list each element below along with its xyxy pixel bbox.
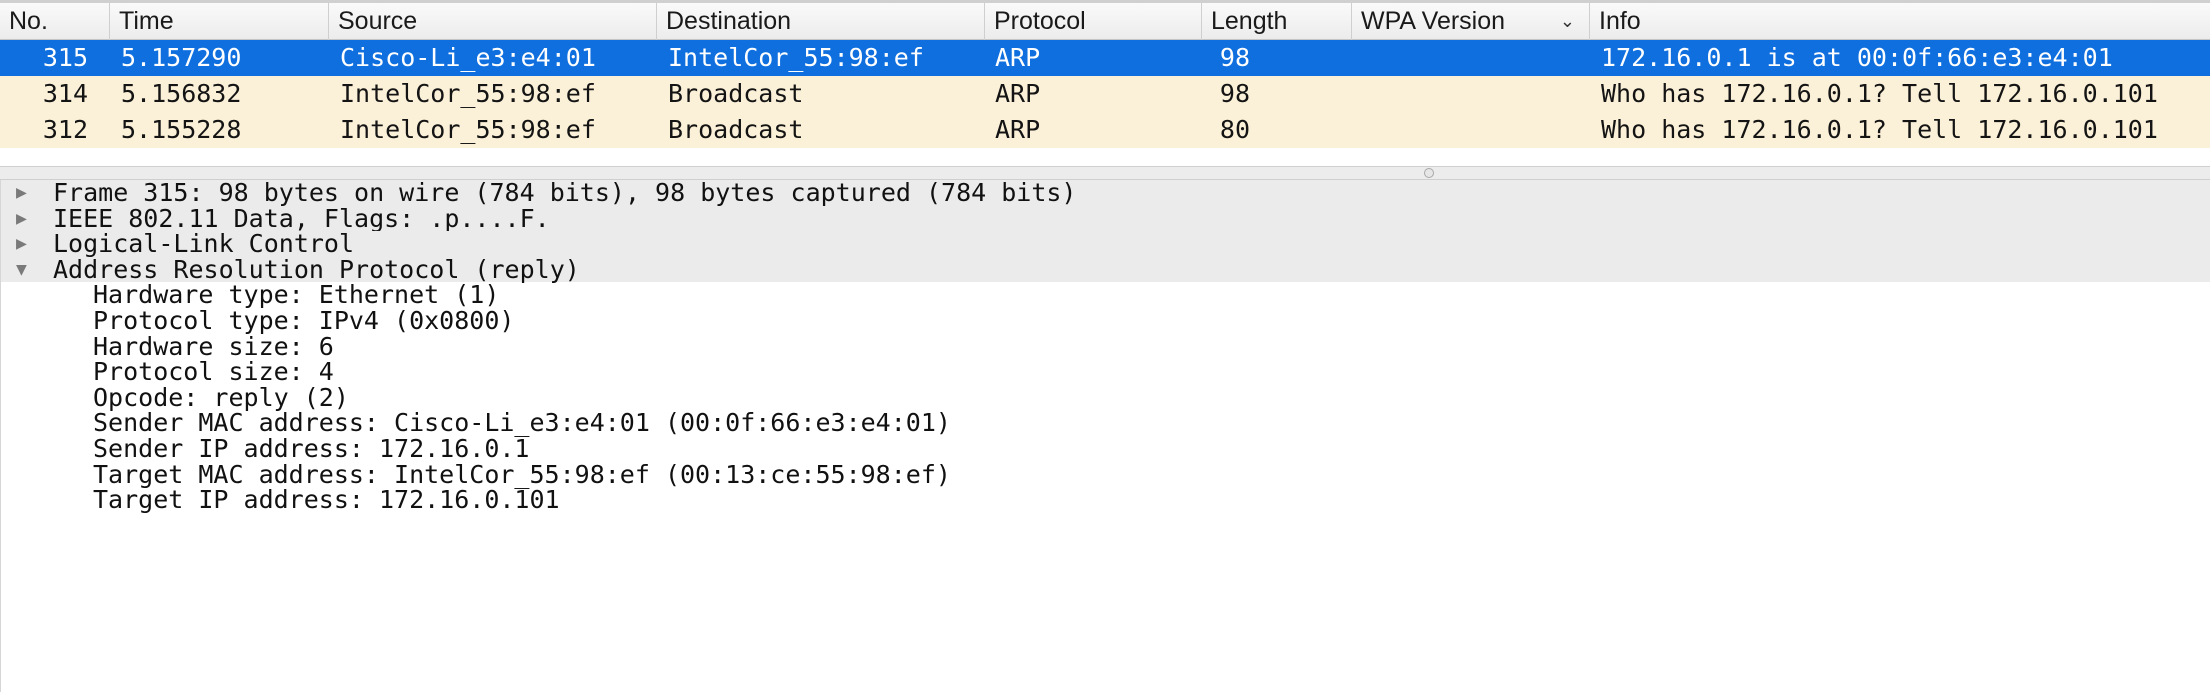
packet-cell-info: Who has 172.16.0.1? Tell 172.16.0.101 [1601,79,2158,108]
packet-cell-time: 5.157290 [121,43,242,72]
tree-field[interactable]: Target IP address: 172.16.0.101 [1,487,2210,513]
triangle-right-icon[interactable]: ▶ [16,206,36,232]
tree-field[interactable]: Opcode: reply (2) [1,385,2210,411]
tree-field-label: Hardware type: Ethernet (1) [93,280,500,310]
column-header-source[interactable]: Source [329,3,657,40]
tree-node-label: IEEE 802.11 Data, Flags: .p....F. [53,203,550,233]
tree-field-label: Target IP address: 172.16.0.101 [93,485,560,515]
packet-cell-time: 5.156832 [121,79,242,108]
column-header-label: WPA Version [1361,7,1506,35]
tree-node-label: Address Resolution Protocol (reply) [53,254,580,284]
tree-node[interactable]: ▶ Logical-Link Control [1,231,2210,257]
column-header-info[interactable]: Info [1590,3,2210,40]
tree-field-label: Sender IP address: 172.16.0.1 [93,434,530,463]
packet-cell-source: Cisco-Li_e3:e4:01 [340,43,596,72]
triangle-down-icon[interactable]: ▼ [16,257,36,283]
packet-cell-info: Who has 172.16.0.1? Tell 172.16.0.101 [1601,115,2158,144]
column-header-length[interactable]: Length [1202,3,1352,40]
packet-cell-time: 5.155228 [121,115,242,144]
column-header-wpa-version[interactable]: WPA Version ⌄ [1352,3,1590,40]
tree-field[interactable]: Hardware size: 6 [1,331,2210,361]
packet-cell-protocol: ARP [995,115,1041,144]
tree-field-label: Opcode: reply (2) [93,382,349,412]
column-header-label: No. [9,7,48,35]
column-header-label: Length [1211,7,1288,35]
triangle-right-icon[interactable]: ▶ [16,231,36,257]
packet-cell-no: 315 [42,43,88,72]
packet-row[interactable]: 312 5.155228 IntelCor_55:98:ef Broadcast ARP… [0,112,2210,148]
tree-field[interactable]: Hardware type: Ethernet (1) [1,282,2210,308]
packet-cell-source: IntelCor_55:98:ef [340,115,596,144]
packet-cell-destination: IntelCor_55:98:ef [668,43,924,72]
column-header-destination[interactable]: Destination [657,3,985,40]
tree-node-label: Frame 315: 98 bytes on wire (784 bits), … [53,178,1077,207]
splitter-handle[interactable] [1424,168,1434,178]
packet-cell-no: 314 [42,79,88,108]
column-header-time[interactable]: Time [110,3,329,40]
packet-cell-length: 80 [1219,115,1250,144]
column-header-label: Destination [666,7,792,35]
packet-row-selected[interactable]: 315 5.157290 Cisco-Li_e3:e4:01 IntelCor_55:… [0,40,2210,76]
column-header-protocol[interactable]: Protocol [985,3,1202,40]
packet-list: No. Time Source Destination Protocol Length WP… [0,0,2210,148]
packet-row[interactable]: 314 5.156832 IntelCor_55:98:ef Broadcast ARP… [0,76,2210,112]
tree-field[interactable]: Sender IP address: 172.16.0.1 [1,436,2210,462]
column-header-no[interactable]: No. [0,3,110,40]
tree-node[interactable]: ▶ IEEE 802.11 Data, Flags: .p....F. [1,203,2210,233]
tree-field[interactable]: Protocol size: 4 [1,359,2210,385]
column-header-label: Protocol [994,7,1086,35]
packet-cell-protocol: ARP [995,79,1041,108]
tree-field-label: Protocol size: 4 [93,357,334,387]
tree-field-label: Sender MAC address: Cisco-Li_e3:e4:01 (0… [93,408,951,438]
triangle-right-icon[interactable]: ▶ [16,180,36,206]
packet-cell-length: 98 [1219,43,1250,72]
packet-list-header: No. Time Source Destination Protocol Length WP… [0,0,2210,40]
tree-node[interactable]: ▼ Address Resolution Protocol (reply) [1,257,2210,283]
tree-field-label: Protocol type: IPv4 (0x0800) [93,306,515,335]
tree-field-label: Hardware size: 6 [93,331,334,361]
packet-cell-source: IntelCor_55:98:ef [340,79,596,108]
tree-field[interactable]: Target MAC address: IntelCor_55:98:ef (0… [1,459,2210,489]
tree-field[interactable]: Protocol type: IPv4 (0x0800) [1,308,2210,334]
column-header-label: Info [1599,7,1641,35]
tree-field-label: Target MAC address: IntelCor_55:98:ef (0… [93,459,951,489]
packet-cell-length: 98 [1219,79,1250,108]
tree-node-label: Logical-Link Control [53,229,355,259]
column-header-label: Time [119,7,174,35]
wireshark-window: No. Time Source Destination Protocol Length WP… [0,0,2210,692]
chevron-down-icon[interactable]: ⌄ [1560,3,1575,40]
packet-cell-no: 312 [42,115,88,144]
packet-cell-info: 172.16.0.1 is at 00:0f:66:e3:e4:01 [1601,43,2113,72]
tree-field[interactable]: Sender MAC address: Cisco-Li_e3:e4:01 (0… [1,410,2210,436]
column-header-label: Source [338,7,418,35]
tree-node[interactable]: ▶ Frame 315: 98 bytes on wire (784 bits),… [1,180,2210,206]
packet-cell-destination: Broadcast [668,79,804,108]
packet-cell-destination: Broadcast [668,115,804,144]
packet-cell-protocol: ARP [995,43,1041,72]
packet-details-tree: ▶ Frame 315: 98 bytes on wire (784 bits),… [0,180,2210,692]
